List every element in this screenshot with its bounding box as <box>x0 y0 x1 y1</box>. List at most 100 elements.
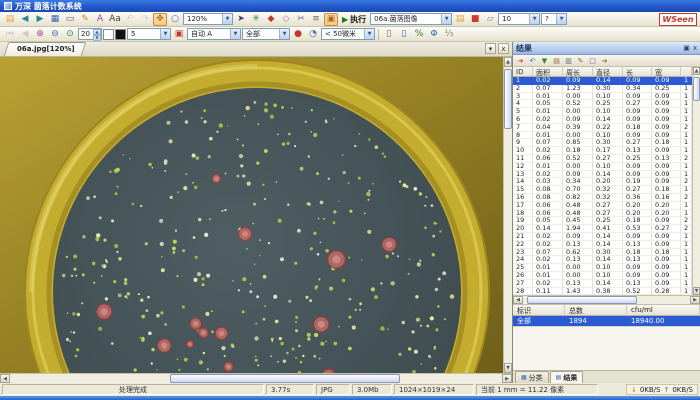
select-region-icon[interactable]: □ <box>587 56 598 66</box>
copy-doc-icon[interactable]: ▯ <box>397 28 411 41</box>
size-spinner[interactable]: 20 ▲▼ <box>78 28 102 40</box>
chevron-down-icon[interactable]: ▼ <box>230 29 240 39</box>
filter-icon[interactable]: ▼ <box>539 56 550 66</box>
background-color-swatch[interactable] <box>115 29 126 40</box>
pointer-tool-icon[interactable]: ➤ <box>234 13 248 26</box>
chevron-down-icon[interactable]: ▼ <box>222 14 232 24</box>
table-row[interactable]: 120.010.000.100.090.091 <box>513 163 692 171</box>
edit-results-icon[interactable]: ✎ <box>575 56 586 66</box>
chevron-down-icon[interactable]: ▼ <box>441 14 451 24</box>
font-icon[interactable]: Aa <box>108 13 122 26</box>
redo-icon[interactable]: ↷ <box>138 13 152 26</box>
column-header[interactable]: 周长 <box>563 67 593 77</box>
chevron-down-icon[interactable]: ▼ <box>556 14 566 24</box>
scroll-up-icon[interactable]: ▲ <box>693 67 700 75</box>
undo-icon[interactable]: ↶ <box>123 13 137 26</box>
column-header[interactable] <box>681 67 692 77</box>
settings-icon[interactable]: ≡ <box>309 13 323 26</box>
micron-filter-combo[interactable]: < 50微米 ▼ <box>321 28 375 40</box>
auto-mode-combo[interactable]: 自动 A ▼ <box>187 28 241 40</box>
scroll-right-icon[interactable]: ▶ <box>502 374 512 383</box>
chevron-down-icon[interactable]: ▼ <box>529 14 539 24</box>
refresh-icon[interactable]: ↶ <box>527 56 538 66</box>
table-row[interactable]: 240.020.130.140.130.091 <box>513 256 692 264</box>
copy-results-icon[interactable]: ▤ <box>551 56 562 66</box>
table-row[interactable]: 140.030.340.200.190.092 <box>513 178 692 186</box>
magic-wand-icon[interactable]: ✳ <box>249 13 263 26</box>
save-icon[interactable]: ▦ <box>48 13 62 26</box>
tab-list-dropdown-icon[interactable]: ▾ <box>485 43 496 54</box>
table-row[interactable]: 210.020.090.140.090.091 <box>513 233 692 241</box>
table-row[interactable]: 200.141.940.410.530.272 <box>513 225 692 233</box>
circle-blue-icon[interactable]: ◔ <box>306 28 320 41</box>
open-folder-icon[interactable]: ▤ <box>3 13 17 26</box>
scrollbar-thumb[interactable] <box>527 296 637 304</box>
count-combo[interactable]: 10 ▼ <box>498 13 540 25</box>
image-tab[interactable]: 06a.jpg[120%] <box>4 42 86 56</box>
scrollbar-thumb[interactable] <box>504 69 512 129</box>
column-header[interactable]: 长 <box>623 67 652 77</box>
scrollbar-thumb[interactable] <box>693 77 700 101</box>
scroll-left-icon[interactable]: ◀ <box>513 296 523 304</box>
scroll-left-icon[interactable]: ◀ <box>0 374 10 383</box>
chevron-down-icon[interactable]: ▼ <box>160 29 170 39</box>
label-icon[interactable]: ⅓ <box>442 28 456 41</box>
summary-row[interactable]: 全部189418940.00 <box>513 316 700 326</box>
add-sample-icon[interactable]: ■ <box>468 13 482 26</box>
column-header[interactable]: ID <box>513 67 533 77</box>
table-row[interactable]: 220.020.130.140.130.091 <box>513 241 692 249</box>
zoom-fit-icon[interactable]: ⊙ <box>63 28 77 41</box>
petri-dish-image[interactable] <box>0 57 503 373</box>
zoom-in-icon[interactable]: ⊕ <box>33 28 47 41</box>
table-row[interactable]: 10.020.090.140.090.091 <box>513 77 692 85</box>
circle-red-icon[interactable]: ● <box>291 28 305 41</box>
image-vertical-scrollbar[interactable]: ▲ ▼ <box>503 57 512 373</box>
column-header[interactable]: 宽 <box>652 67 681 77</box>
pin-icon[interactable]: ▣ <box>683 44 690 52</box>
table-horizontal-scrollbar[interactable]: ◀ ▶ <box>513 295 700 305</box>
chevron-down-icon[interactable]: ▼ <box>279 29 289 39</box>
scroll-up-icon[interactable]: ▲ <box>504 57 512 67</box>
table-row[interactable]: 110.060.520.270.250.132 <box>513 155 692 163</box>
scroll-down-icon[interactable]: ▼ <box>504 363 512 373</box>
table-row[interactable]: 260.010.000.100.090.091 <box>513 272 692 280</box>
panel-tab-分类[interactable]: ▦分类 <box>515 371 549 383</box>
zoom-out-icon[interactable]: ⊖ <box>48 28 62 41</box>
export-results-icon[interactable]: ➔ <box>515 56 526 66</box>
mark-edit-icon[interactable]: ✂ <box>294 13 308 26</box>
panel-tab-结果[interactable]: ▤结果 <box>550 371 584 383</box>
table-row[interactable]: 130.020.090.140.090.091 <box>513 171 692 179</box>
table-row[interactable]: 60.020.090.140.090.091 <box>513 116 692 124</box>
table-row[interactable]: 250.010.000.100.090.091 <box>513 264 692 272</box>
scope-combo[interactable]: 全部 ▼ <box>242 28 290 40</box>
scrollbar-thumb[interactable] <box>170 374 400 383</box>
table-vertical-scrollbar[interactable]: ▲ ▼ <box>692 67 700 295</box>
table-row[interactable]: 230.070.620.300.180.181 <box>513 249 692 257</box>
close-icon[interactable]: x <box>693 44 697 52</box>
chevron-down-icon[interactable]: ▼ <box>364 29 374 39</box>
prev-frame-icon[interactable]: ◀ <box>18 28 32 41</box>
print-icon[interactable]: ▭ <box>63 13 77 26</box>
paste-results-icon[interactable]: ▥ <box>563 56 574 66</box>
zoom-level-combo[interactable]: 120% ▼ <box>183 13 233 25</box>
table-row[interactable]: 180.060.480.270.200.201 <box>513 210 692 218</box>
table-row[interactable]: 90.070.850.300.270.181 <box>513 139 692 147</box>
mark-del-icon[interactable]: ◇ <box>279 13 293 26</box>
execute-button[interactable]: ▶ 执行 <box>339 14 369 25</box>
scroll-right-icon[interactable]: ▶ <box>690 296 700 304</box>
column-header[interactable]: 面积 <box>533 67 563 77</box>
foreground-color-swatch[interactable] <box>103 29 114 40</box>
table-row[interactable]: 270.020.130.140.130.091 <box>513 280 692 288</box>
table-row[interactable]: 30.010.000.100.090.091 <box>513 93 692 101</box>
pencil-icon[interactable]: ✎ <box>78 13 92 26</box>
color-picker-icon[interactable]: ▣ <box>172 28 186 41</box>
table-row[interactable]: 100.020.180.170.130.091 <box>513 147 692 155</box>
table-row[interactable]: 40.050.520.250.270.091 <box>513 100 692 108</box>
percent-icon[interactable]: % <box>412 28 426 41</box>
help-combo[interactable]: ? ▼ <box>541 13 567 25</box>
mark-add-icon[interactable]: ◆ <box>264 13 278 26</box>
image-horizontal-scrollbar[interactable]: ◀ ▶ <box>0 373 512 383</box>
next-icon[interactable]: ➔ <box>599 56 610 66</box>
image-type-combo[interactable]: 06a.菌落图像 ▼ <box>370 13 452 25</box>
spinner-down-icon[interactable]: ▼ <box>93 35 101 41</box>
